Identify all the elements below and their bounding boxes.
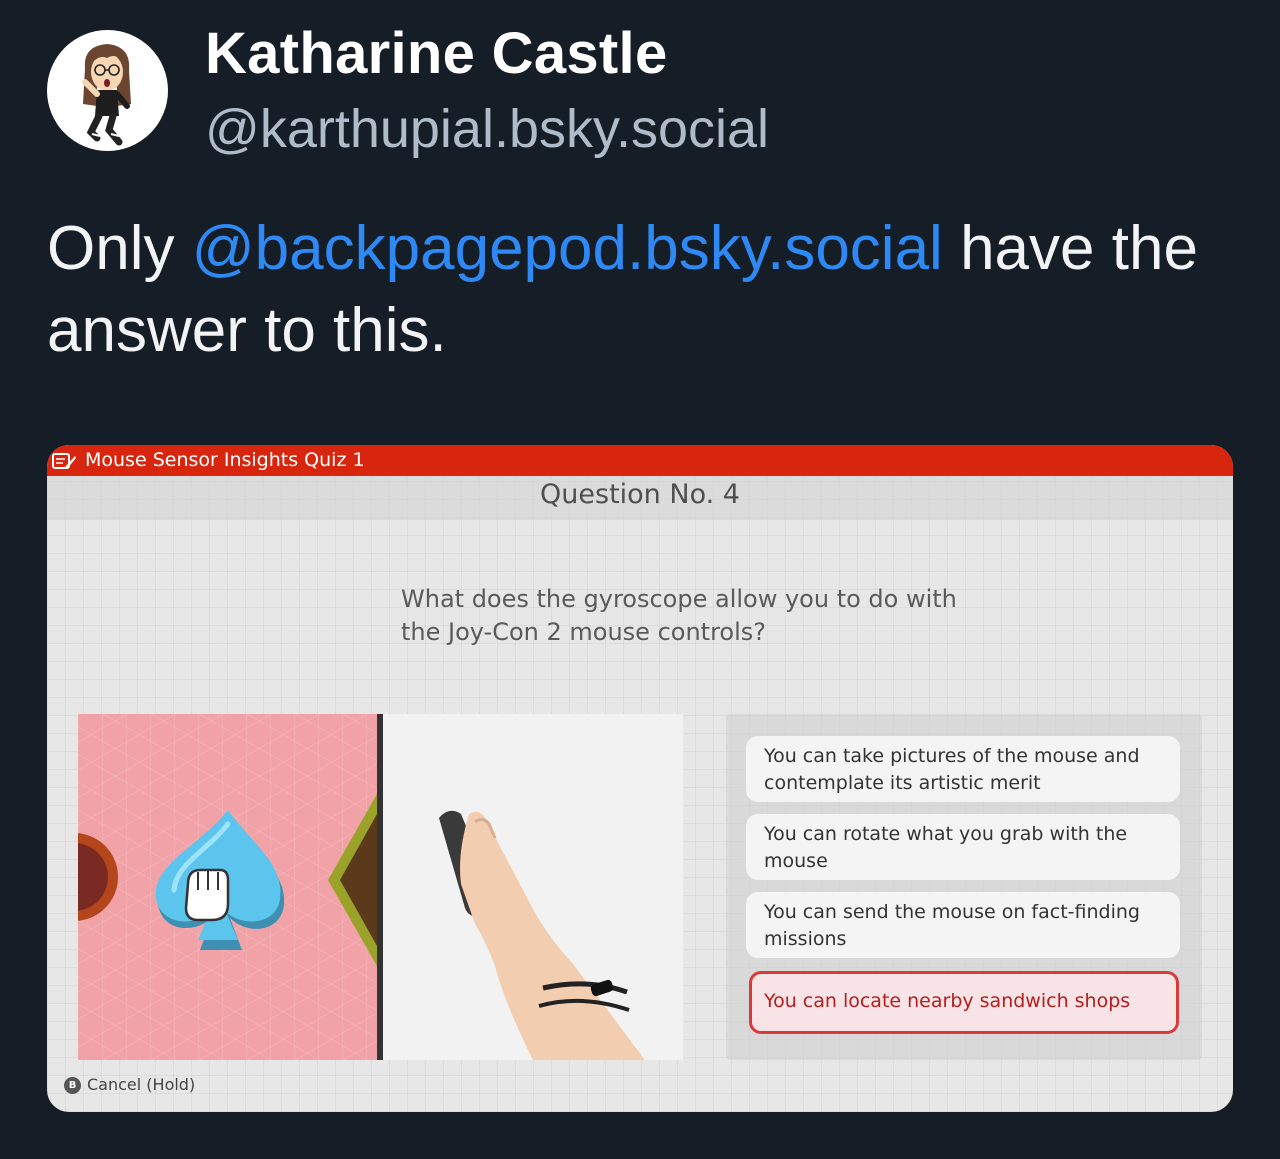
b-button-icon: B [64,1077,81,1094]
question-text: What does the gyroscope allow you to do … [401,585,957,646]
grab-hand-cursor-icon [184,868,230,922]
controller-photo-panel [383,714,683,1060]
author-avatar[interactable] [47,30,168,151]
question-illustration [78,714,683,1060]
quiz-title: Mouse Sensor Insights Quiz 1 [85,449,365,471]
answers-panel: You can take pictures of the mouse and c… [726,714,1202,1060]
heart-shape-icon [78,833,118,921]
author-display-name[interactable]: Katharine Castle [205,20,668,87]
cancel-hold-button[interactable]: B Cancel (Hold) [64,1075,195,1094]
answer-option-3[interactable]: You can send the mouse on fact-finding m… [746,892,1180,958]
quiz-header-bar: Mouse Sensor Insights Quiz 1 [47,445,1233,476]
author-handle[interactable]: @karthupial.bsky.social [205,98,769,160]
mii-avatar-icon [82,44,131,146]
diamond-shape-icon [328,794,377,966]
embedded-image[interactable]: Mouse Sensor Insights Quiz 1 Question No… [47,445,1233,1112]
cancel-label: Cancel (Hold) [87,1075,196,1094]
answer-option-1[interactable]: You can take pictures of the mouse and c… [746,736,1180,802]
question-number: Question No. 4 [540,479,740,510]
quiz-notepad-icon [52,453,76,469]
game-scene-panel [78,714,377,1060]
answer-option-4-selected[interactable]: You can locate nearby sandwich shops [749,971,1179,1034]
joy-con-mouse-hand-icon [439,810,645,1060]
answer-option-2[interactable]: You can rotate what you grab with the mo… [746,814,1180,880]
post-text: Only @backpagepod.bsky.social have the a… [47,208,1237,372]
post-text-before: Only [47,214,192,283]
mention-link[interactable]: @backpagepod.bsky.social [192,214,943,283]
